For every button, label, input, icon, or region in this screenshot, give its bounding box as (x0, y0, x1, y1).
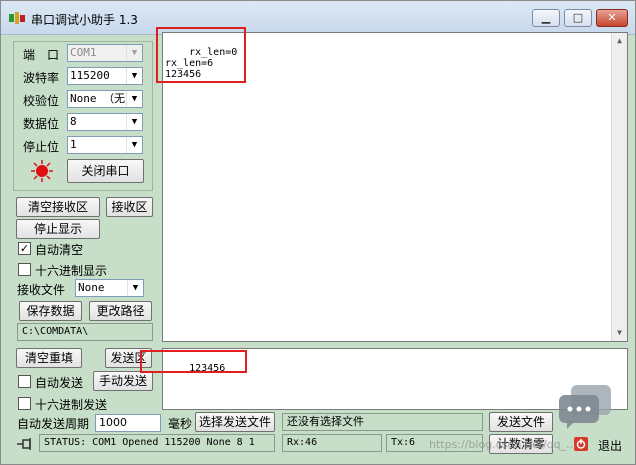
scroll-down-icon[interactable]: ▼ (612, 325, 627, 341)
app-icon (9, 12, 25, 24)
receive-scrollbar[interactable]: ▲ ▼ (611, 33, 627, 341)
change-path-button[interactable]: 更改路径 (89, 301, 152, 321)
hex-display-checkbox[interactable] (18, 263, 31, 276)
stop-display-button[interactable]: 停止显示 (16, 219, 100, 239)
period-label: 自动发送周期 (17, 417, 90, 431)
chevron-down-icon: ▼ (126, 137, 142, 153)
ms-label: 毫秒 (168, 417, 193, 431)
auto-send-checkbox[interactable] (18, 375, 31, 388)
baud-select[interactable]: 115200 ▼ (67, 67, 143, 85)
stopbits-value: 1 (70, 138, 77, 151)
maximize-button[interactable]: □ (564, 9, 592, 27)
receive-file-value: None (78, 281, 105, 294)
receive-file-label: 接收文件 (17, 283, 66, 297)
exit-label: 退出 (598, 439, 623, 453)
hex-send-label: 十六进制发送 (35, 398, 108, 412)
manual-send-button[interactable]: 手动发送 (93, 371, 153, 391)
rx-count: Rx:46 (282, 434, 382, 452)
port-value: COM1 (70, 46, 97, 59)
databits-value: 8 (70, 115, 77, 128)
receive-area-button[interactable]: 接收区 (106, 197, 153, 217)
stopbits-label: 停止位 (23, 140, 60, 154)
minimize-icon: ▁ (541, 11, 551, 24)
title-bar: 串口调试小助手 1.3 ▁ □ ✕ (1, 1, 635, 35)
clear-resend-button[interactable]: 清空重填 (16, 348, 82, 368)
red-lamp-icon (31, 160, 53, 185)
databits-select[interactable]: 8 ▼ (67, 113, 143, 131)
clear-receive-button[interactable]: 清空接收区 (16, 197, 100, 217)
hex-send-checkbox[interactable] (18, 397, 31, 410)
auto-send-label: 自动发送 (35, 376, 84, 390)
chevron-down-icon: ▼ (126, 45, 142, 61)
file-status-field: 还没有选择文件 (282, 413, 483, 431)
send-file-button[interactable]: 发送文件 (489, 412, 553, 432)
hex-display-label: 十六进制显示 (35, 264, 108, 278)
app-window: 串口调试小助手 1.3 ▁ □ ✕ 端 口 COM1 ▼ 波特率 115200 … (0, 0, 636, 465)
receive-textarea[interactable]: rx_len=0 rx_len=6 123456 ▲ ▼ (162, 32, 628, 342)
watermark-text: https://blog.csdn.net/qq_... (429, 438, 577, 451)
save-data-button[interactable]: 保存数据 (19, 301, 82, 321)
baud-value: 115200 (70, 69, 110, 82)
chevron-down-icon: ▼ (126, 68, 142, 84)
status-text: STATUS: COM1 Opened 115200 None 8 1 (39, 434, 275, 452)
baud-label: 波特率 (23, 71, 60, 85)
receive-text: rx_len=0 rx_len=6 123456 (165, 47, 238, 80)
chevron-down-icon: ▼ (127, 280, 143, 296)
chevron-down-icon: ▼ (126, 114, 142, 130)
send-area-button[interactable]: 发送区 (105, 348, 152, 368)
window-title: 串口调试小助手 1.3 (31, 13, 138, 27)
parity-select[interactable]: None （无） ▼ (67, 90, 143, 108)
exit-button[interactable]: 退出 (572, 434, 630, 456)
chevron-down-icon: ▼ (126, 91, 142, 107)
auto-clear-checkbox[interactable]: ✓ (18, 242, 31, 255)
auto-clear-label: 自动清空 (35, 243, 84, 257)
pin-icon[interactable] (17, 438, 33, 453)
choose-file-button[interactable]: 选择发送文件 (195, 412, 275, 432)
send-text: 123456 (189, 363, 226, 374)
minimize-button[interactable]: ▁ (532, 9, 560, 27)
databits-label: 数据位 (23, 117, 60, 131)
maximize-icon: □ (572, 11, 584, 24)
stopbits-select[interactable]: 1 ▼ (67, 136, 143, 154)
toggle-port-button[interactable]: 关闭串口 (67, 159, 144, 183)
port-label: 端 口 (23, 48, 60, 62)
port-select[interactable]: COM1 ▼ (67, 44, 143, 62)
period-input[interactable]: 1000 (95, 414, 161, 432)
save-path-field: C:\COMDATA\ (17, 323, 153, 341)
parity-label: 校验位 (23, 94, 60, 108)
close-icon: ✕ (607, 11, 617, 24)
chat-bubble-icon (559, 385, 611, 432)
close-button[interactable]: ✕ (596, 9, 628, 27)
receive-file-select[interactable]: None ▼ (75, 279, 144, 297)
scroll-up-icon[interactable]: ▲ (612, 33, 627, 49)
